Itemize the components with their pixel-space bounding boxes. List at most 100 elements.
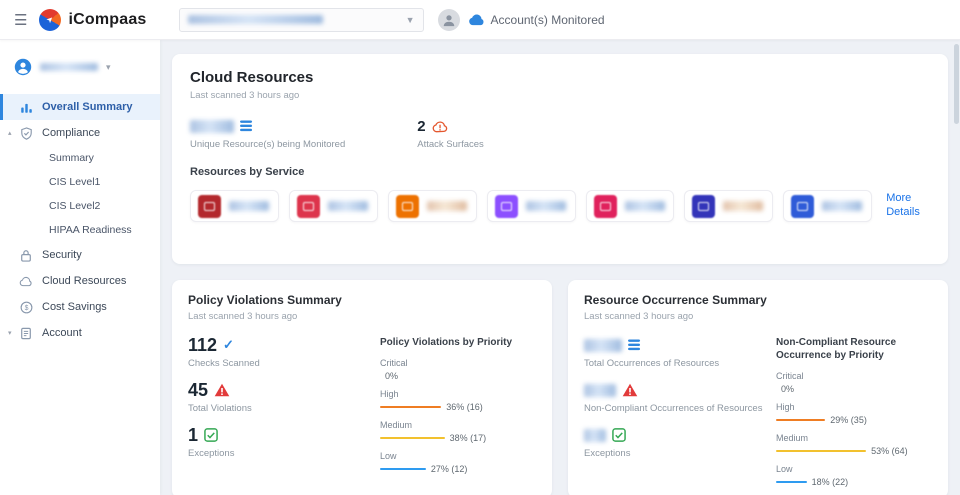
total-violations-value: 45 [188,379,209,400]
total-occurrences-stat: Total Occurrences of Resources [584,336,772,369]
checkbox-icon [612,428,626,442]
summary-cards-row: Policy Violations Summary Last scanned 3… [172,280,948,495]
user-caret-icon: ▾ [106,61,111,72]
exceptions-value: 1 [188,424,199,445]
sidebar-item-account[interactable]: ▾ Account [0,320,160,346]
unique-resources-stat: Unique Resource(s) being Monitored [190,117,345,150]
sidebar-item-label: Compliance [42,127,101,139]
sidebar-menu: Overall Summary ▴ Compliance Summary CIS… [0,94,160,346]
service-icon [198,194,221,218]
exceptions-stat: Exceptions [584,426,772,459]
sidebar-item-label: Cost Savings [42,301,107,313]
priority-bar [776,450,867,452]
priority-bar [776,419,826,421]
accounts-monitored-label: Account(s) Monitored [490,12,605,27]
svg-text:$: $ [24,304,28,311]
dollar-icon: $ [19,301,33,314]
list-icon [628,339,641,351]
cloud-icon [468,13,485,26]
redacted-total-occurrences [584,338,622,352]
stat-label: Attack Surfaces [417,139,484,150]
card-title: Resource Occurrence Summary [584,293,767,307]
service-icon [395,194,419,218]
last-scanned-label: Last scanned 3 hours ago [190,90,300,101]
warning-icon [622,383,638,397]
service-tile[interactable] [387,190,477,222]
redacted-unique-count [190,119,234,133]
noncompliant-occurrences-stat: Non-Compliant Occurrences of Resources [584,381,772,414]
priority-row-low: Low 18% (22) [776,464,849,487]
service-icon [296,194,320,218]
sidebar-item-label: Security [42,249,82,261]
cloud-alert-icon [432,120,447,132]
service-tile[interactable] [783,190,873,222]
account-select[interactable]: ▼ [178,7,424,32]
exceptions-stat: 1 Exceptions [188,424,376,460]
vertical-scrollbar[interactable] [954,44,959,124]
priority-bar [380,437,445,439]
chart-title: Policy Violations by Priority [380,337,513,348]
chart-title: Non-Compliant Resource Occurrence by Pri… [776,337,897,361]
service-tile[interactable] [486,190,576,222]
priority-row-high: High 36% (16) [380,389,483,412]
top-header: ☰ ➤ iCompaas ▼ Account(s) Monitored [0,0,960,40]
warning-icon [214,383,230,397]
service-icon [791,194,815,218]
user-menu[interactable]: ▾ [0,40,160,90]
expand-caret-icon: ▾ [8,330,12,337]
redacted-noncompliant-count [584,383,616,397]
sidebar-item-cost-savings[interactable]: $ Cost Savings [0,294,160,320]
icompaas-logo-icon: ➤ [39,8,62,31]
redacted-exceptions-count [584,428,606,442]
collapse-caret-icon: ▴ [8,130,12,137]
stat-label: Non-Compliant Occurrences of Resources [584,403,763,414]
redacted-service-name [525,201,566,211]
policy-stats: 112 ✓ Checks Scanned 45 Total Violations [188,335,376,482]
account-file-icon [19,327,33,340]
sidebar-item-cis-level2[interactable]: CIS Level2 [0,194,160,218]
checkbox-icon [204,428,218,442]
sidebar-item-label: Account [42,327,82,339]
card-title: Cloud Resources [190,69,314,86]
sidebar-item-security[interactable]: Security [0,242,160,268]
sidebar-item-overall-summary[interactable]: Overall Summary [0,94,160,120]
redacted-service-name [426,201,467,211]
stat-label: Exceptions [584,448,631,459]
service-icon [692,194,716,218]
more-details-link[interactable]: More Details [886,192,930,220]
stat-label: Checks Scanned [188,358,260,369]
stat-label: Total Violations [188,403,252,414]
redacted-service-name [624,201,665,211]
app-screen: ☰ ➤ iCompaas ▼ Account(s) Monitored ▾ Ov… [0,0,960,495]
sidebar-item-cloud-resources[interactable]: Cloud Resources [0,268,160,294]
logo-arrow-icon: ➤ [44,13,56,25]
service-tile[interactable] [288,190,378,222]
avatar[interactable] [437,8,460,31]
stat-label: Exceptions [188,448,235,459]
sidebar-item-summary[interactable]: Summary [0,146,160,170]
priority-bar [380,468,426,470]
priority-row-low: Low 27% (12) [380,451,468,474]
service-tiles-row: More Details [190,190,930,222]
main-content: Cloud Resources Last scanned 3 hours ago… [160,40,960,495]
service-tile[interactable] [684,190,774,222]
sidebar-item-hipaa-readiness[interactable]: HIPAA Readiness [0,218,160,242]
sidebar-item-cis-level1[interactable]: CIS Level1 [0,170,160,194]
person-icon [443,14,454,26]
policy-violations-card: Policy Violations Summary Last scanned 3… [172,280,552,495]
user-icon [14,58,32,76]
redacted-service-name [723,201,764,211]
attack-surfaces-stat: 2 Attack Surfaces [417,117,484,151]
lock-icon [19,249,33,262]
occurrence-stats: Total Occurrences of Resources Non-Compl… [584,336,772,495]
sidebar-item-compliance[interactable]: ▴ Compliance [0,120,160,146]
service-tile[interactable] [585,190,675,222]
occurrence-priority-chart: Non-Compliant Resource Occurrence by Pri… [772,336,932,495]
check-icon: ✓ [223,337,234,352]
cloud-icon [19,276,33,287]
menu-toggle-icon[interactable]: ☰ [14,11,27,29]
attack-surfaces-value: 2 [417,117,426,135]
cloud-stats-row: Unique Resource(s) being Monitored 2 Att… [190,117,930,150]
resource-occurrence-card: Resource Occurrence Summary Last scanned… [568,280,948,495]
service-tile[interactable] [190,190,279,222]
